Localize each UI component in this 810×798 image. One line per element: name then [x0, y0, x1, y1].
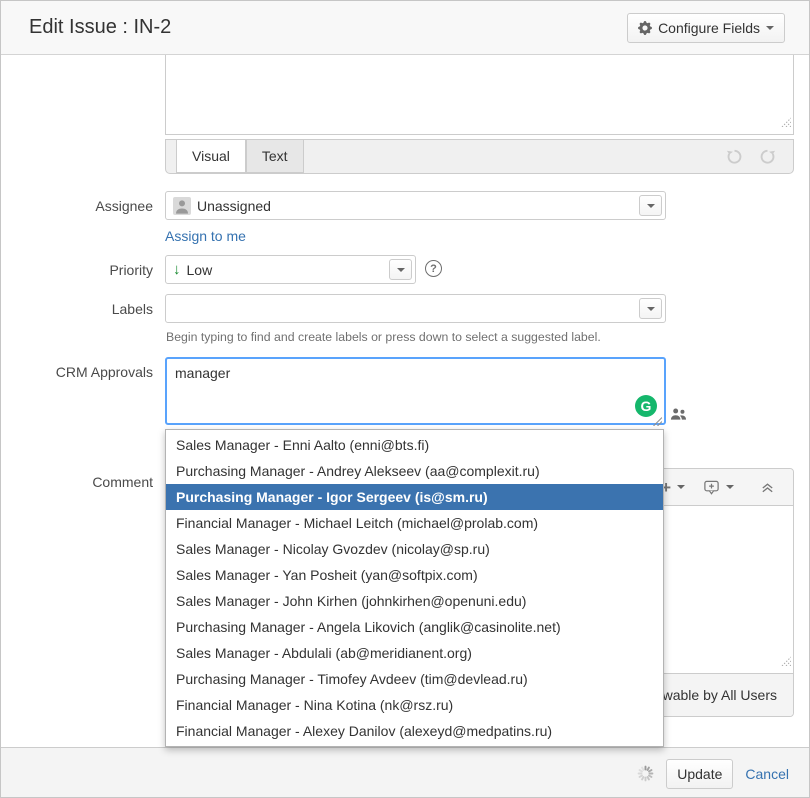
suggestion-item[interactable]: Sales Manager - Nicolay Gvozdev (nicolay… — [166, 536, 663, 562]
chevron-down-icon — [766, 26, 774, 30]
crm-approvals-input[interactable]: manager — [165, 357, 666, 425]
collapse-toolbar-icon[interactable] — [760, 480, 775, 495]
tab-visual[interactable]: Visual — [176, 139, 246, 173]
assign-to-me-link[interactable]: Assign to me — [165, 228, 246, 244]
resize-grip-icon[interactable] — [780, 114, 791, 132]
priority-value: Low — [187, 262, 213, 278]
priority-low-icon: ↓ — [173, 262, 181, 277]
chevron-down-icon[interactable] — [726, 485, 734, 489]
configure-fields-label: Configure Fields — [658, 20, 760, 36]
description-editor-area[interactable] — [165, 55, 794, 135]
comment-label: Comment — [1, 474, 153, 490]
chevron-down-icon[interactable] — [677, 485, 685, 489]
help-icon[interactable]: ? — [425, 260, 442, 277]
canned-response-icon[interactable] — [703, 479, 720, 496]
crm-approvals-label: CRM Approvals — [1, 364, 153, 380]
resize-grip-icon[interactable] — [780, 653, 791, 671]
suggestion-item[interactable]: Sales Manager - Abdulali (ab@meridianent… — [166, 640, 663, 666]
page-title: Edit Issue : IN-2 — [29, 16, 171, 39]
suggestion-item[interactable]: Purchasing Manager - Angela Likovich (an… — [166, 614, 663, 640]
priority-dropdown-button[interactable] — [389, 259, 412, 280]
labels-label: Labels — [1, 301, 153, 317]
assignee-label: Assignee — [1, 198, 153, 214]
cancel-link[interactable]: Cancel — [745, 766, 789, 782]
dialog-header: Edit Issue : IN-2 Configure Fields — [1, 1, 809, 55]
suggestion-item[interactable]: Sales Manager - Yan Posheit (yan@softpix… — [166, 562, 663, 588]
people-picker-icon[interactable] — [670, 407, 687, 426]
labels-hint: Begin typing to find and create labels o… — [166, 330, 601, 344]
dialog-footer: Update Cancel — [1, 747, 809, 798]
editor-tabbar: Visual Text — [165, 139, 794, 174]
suggestion-item[interactable]: Purchasing Manager - Igor Sergeev (is@sm… — [166, 484, 663, 510]
labels-dropdown-button[interactable] — [639, 298, 662, 319]
suggestion-item[interactable]: Purchasing Manager - Andrey Alekseev (aa… — [166, 458, 663, 484]
configure-fields-button[interactable]: Configure Fields — [627, 13, 785, 43]
assignee-dropdown-button[interactable] — [639, 195, 662, 216]
assignee-field[interactable]: Unassigned — [165, 191, 666, 220]
undo-icon[interactable] — [725, 147, 744, 166]
chevron-down-icon — [647, 307, 655, 311]
crm-suggestions-dropdown: Sales Manager - Enni Aalto (enni@bts.fi)… — [165, 429, 664, 747]
suggestion-item[interactable]: Sales Manager - John Kirhen (johnkirhen@… — [166, 588, 663, 614]
update-button[interactable]: Update — [666, 759, 733, 789]
chevron-down-icon — [647, 204, 655, 208]
suggestion-item[interactable]: Financial Manager - Nina Kotina (nk@rsz.… — [166, 692, 663, 718]
avatar-icon — [173, 197, 191, 215]
redo-icon[interactable] — [758, 147, 777, 166]
chevron-down-icon — [397, 268, 405, 272]
labels-field[interactable] — [165, 294, 666, 323]
edit-issue-dialog: Edit Issue : IN-2 Configure Fields Visua… — [0, 0, 810, 798]
assignee-value: Unassigned — [197, 198, 271, 214]
gear-icon — [638, 21, 652, 35]
suggestion-item[interactable]: Sales Manager - Enni Aalto (enni@bts.fi) — [166, 432, 663, 458]
editor-history-controls — [725, 140, 793, 173]
spinner-icon — [637, 765, 654, 782]
suggestion-item[interactable]: Purchasing Manager - Timofey Avdeev (tim… — [166, 666, 663, 692]
priority-field[interactable]: ↓ Low — [165, 255, 416, 284]
priority-label: Priority — [1, 262, 153, 278]
suggestion-item[interactable]: Financial Manager - Alexey Danilov (alex… — [166, 718, 663, 744]
tab-text[interactable]: Text — [246, 139, 304, 173]
suggestion-item[interactable]: Financial Manager - Michael Leitch (mich… — [166, 510, 663, 536]
